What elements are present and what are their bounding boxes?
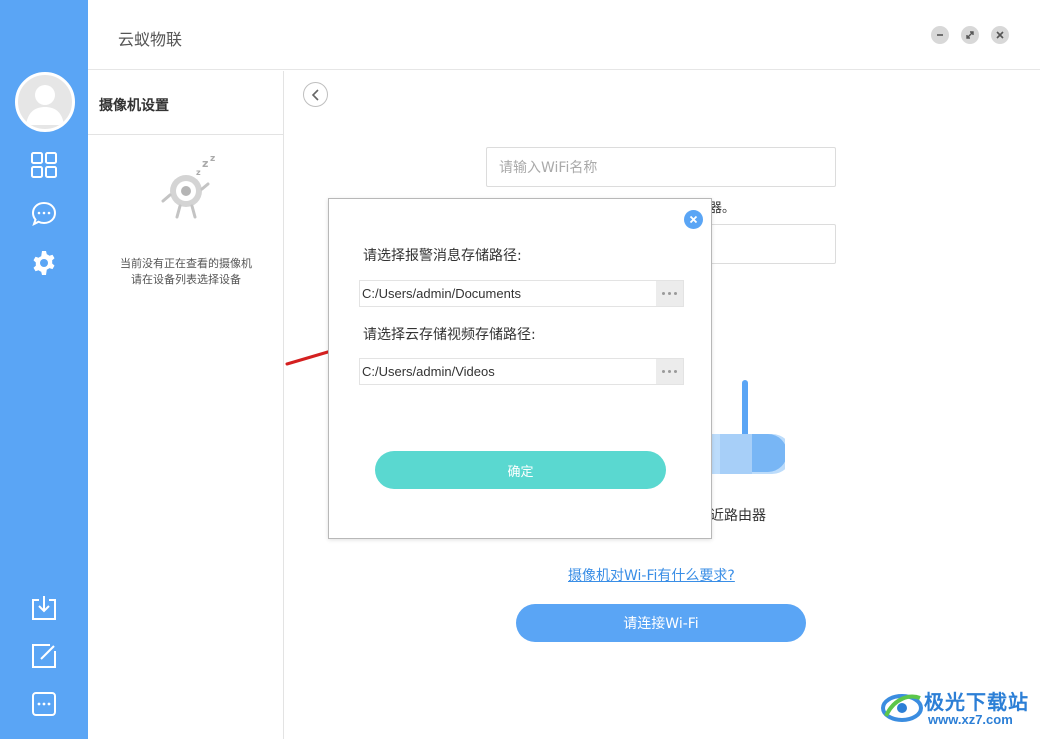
- empty-state-line2: 请在设备列表选择设备: [131, 273, 241, 286]
- more-icon[interactable]: [30, 690, 58, 718]
- video-path-value: C:/Users/admin/Videos: [362, 364, 495, 379]
- aurora-logo-icon: [881, 694, 923, 722]
- gear-icon[interactable]: [30, 249, 58, 277]
- sleeping-camera-illustration: z z z: [161, 154, 215, 219]
- hint-text-partial: 器。: [709, 201, 736, 216]
- user-avatar[interactable]: [15, 72, 75, 132]
- alarm-path-field[interactable]: C:/Users/admin/Documents: [359, 280, 684, 307]
- storage-path-dialog: 请选择报警消息存储路径: C:/Users/admin/Documents 请选…: [328, 198, 712, 539]
- restore-icon: [966, 31, 974, 39]
- dialog-close-button[interactable]: [684, 210, 703, 229]
- confirm-button[interactable]: 确定: [375, 451, 666, 489]
- watermark-url: www.xz7.com: [928, 712, 1013, 727]
- connect-wifi-button[interactable]: 请连接Wi-Fi: [516, 604, 806, 642]
- empty-state-text: 当前没有正在查看的摄像机 请在设备列表选择设备: [88, 256, 284, 288]
- alarm-path-browse-button[interactable]: [656, 281, 683, 306]
- watermark: 极光下载站 www.xz7.com: [880, 682, 1032, 732]
- download-icon[interactable]: [30, 594, 58, 622]
- close-icon: [996, 31, 1004, 39]
- alarm-path-value: C:/Users/admin/Documents: [362, 286, 521, 301]
- alarm-path-label: 请选择报警消息存储路径:: [363, 248, 522, 264]
- user-silhouette-icon: [26, 85, 64, 125]
- app-title: 云蚁物联: [118, 30, 183, 49]
- svg-text:z: z: [202, 157, 208, 170]
- grid-icon[interactable]: [30, 151, 58, 179]
- router-text-partial: 近路由器: [710, 508, 766, 524]
- chevron-left-icon: [311, 88, 319, 101]
- video-path-browse-button[interactable]: [656, 359, 683, 384]
- video-path-label: 请选择云存储视频存储路径:: [363, 327, 536, 343]
- video-path-field[interactable]: C:/Users/admin/Videos: [359, 358, 684, 385]
- minimize-icon: [937, 34, 943, 36]
- back-button[interactable]: [303, 82, 328, 107]
- camera-settings-panel: 摄像机设置 z z z 当前没有正在查看的摄像机 请在设备列表选择设备: [88, 71, 284, 739]
- edit-icon[interactable]: [30, 642, 58, 670]
- panel-title: 摄像机设置: [99, 98, 169, 114]
- svg-text:z: z: [210, 154, 215, 164]
- close-window-button[interactable]: [991, 26, 1009, 44]
- close-icon: [689, 215, 698, 224]
- wifi-requirements-link[interactable]: 摄像机对Wi-Fi有什么要求?: [568, 565, 735, 585]
- message-icon[interactable]: [30, 200, 58, 228]
- sidebar: [0, 0, 88, 739]
- watermark-name: 极光下载站: [924, 690, 1029, 714]
- empty-state-line1: 当前没有正在查看的摄像机: [120, 257, 252, 270]
- title-bar: 云蚁物联: [88, 0, 1040, 70]
- panel-divider: [88, 134, 284, 135]
- svg-text:z: z: [196, 168, 201, 177]
- wifi-name-placeholder: 请输入WiFi名称: [499, 160, 598, 176]
- minimize-button[interactable]: [931, 26, 949, 44]
- wifi-name-input[interactable]: 请输入WiFi名称: [486, 147, 836, 187]
- restore-button[interactable]: [961, 26, 979, 44]
